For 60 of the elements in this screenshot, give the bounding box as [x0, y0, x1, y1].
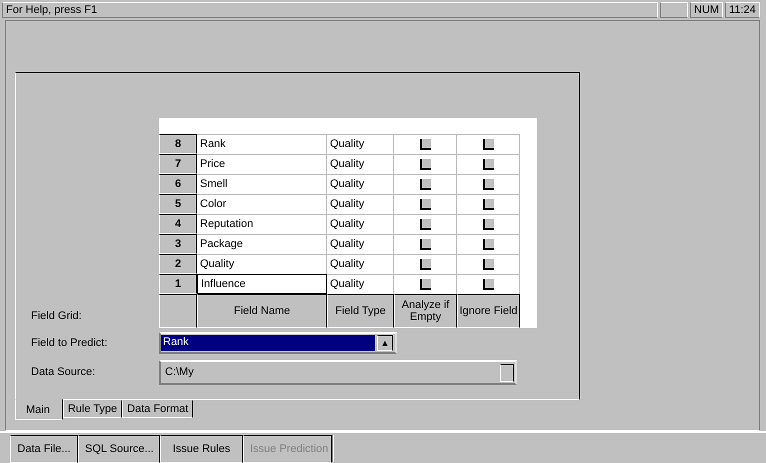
toolbar-button[interactable]: Issue Rules — [160, 435, 243, 463]
table-cell: Quality — [327, 134, 394, 154]
checkbox[interactable] — [482, 199, 494, 210]
tab[interactable]: Rule Type — [62, 400, 122, 418]
row-header[interactable]: 8 — [159, 134, 197, 154]
column-header[interactable]: Field Name — [197, 294, 327, 328]
row-header[interactable]: 7 — [159, 154, 197, 174]
data-source-field[interactable]: C:\My — [159, 360, 517, 385]
field-label: Field Grid: — [31, 308, 83, 324]
table-cell[interactable]: Price — [197, 154, 327, 174]
field-label: Data Source: — [31, 365, 96, 380]
table-cell[interactable]: Smell — [197, 174, 327, 194]
row-header[interactable]: 2 — [159, 254, 197, 274]
checkbox[interactable] — [482, 159, 494, 170]
field-label: Field to Predict: — [31, 336, 108, 351]
table-cell: Quality — [327, 154, 394, 174]
checkbox[interactable] — [482, 219, 494, 230]
status-clock: 11:24 — [725, 2, 760, 18]
checkbox[interactable] — [482, 239, 494, 250]
table-cell[interactable]: Influence — [197, 274, 327, 294]
checkbox[interactable] — [420, 239, 430, 250]
table-cell[interactable]: Color — [197, 194, 327, 214]
tab[interactable]: Data Format — [122, 400, 194, 418]
field-to-predict-dropdown[interactable]: Rank ▲ — [159, 332, 397, 354]
column-header[interactable]: Analyze if Empty — [394, 294, 457, 328]
checkbox[interactable] — [420, 179, 430, 190]
status-message: For Help, press F1 — [2, 2, 658, 18]
table-cell: Quality — [327, 194, 394, 214]
toolbar-button[interactable]: Data File... — [10, 435, 78, 463]
checkbox[interactable] — [420, 219, 430, 230]
row-header[interactable]: 6 — [159, 174, 197, 194]
row-header[interactable]: 5 — [159, 194, 197, 214]
row-header[interactable]: 3 — [159, 234, 197, 254]
table-cell[interactable]: Quality — [197, 254, 327, 274]
table-cell: Quality — [327, 254, 394, 274]
table-cell[interactable]: Package — [197, 234, 327, 254]
table-cell: Quality — [327, 214, 394, 234]
checkbox[interactable] — [420, 279, 430, 290]
column-header[interactable]: Ignore Field — [457, 294, 520, 328]
row-header[interactable]: 4 — [159, 214, 197, 234]
checkbox[interactable] — [482, 279, 494, 290]
status-pane — [660, 2, 688, 18]
toolbar-button[interactable]: SQL Source... — [78, 435, 160, 463]
row-header[interactable]: 1 — [159, 274, 197, 294]
tab[interactable]: Main — [15, 399, 63, 420]
checkbox[interactable] — [420, 159, 430, 170]
checkbox[interactable] — [420, 199, 430, 210]
status-indicator: NUM — [690, 2, 724, 18]
table-cell: Quality — [327, 174, 394, 194]
column-header[interactable]: Field Type — [327, 294, 394, 328]
checkbox[interactable] — [482, 139, 494, 150]
grid-corner — [159, 294, 197, 328]
checkbox[interactable] — [482, 179, 494, 190]
checkbox[interactable] — [482, 259, 494, 270]
spin-control[interactable] — [500, 364, 514, 382]
checkbox[interactable] — [420, 259, 430, 270]
table-cell[interactable]: Reputation — [197, 214, 327, 234]
table-cell[interactable]: Rank — [197, 134, 327, 154]
table-cell: Quality — [327, 234, 394, 254]
checkbox[interactable] — [420, 139, 430, 150]
